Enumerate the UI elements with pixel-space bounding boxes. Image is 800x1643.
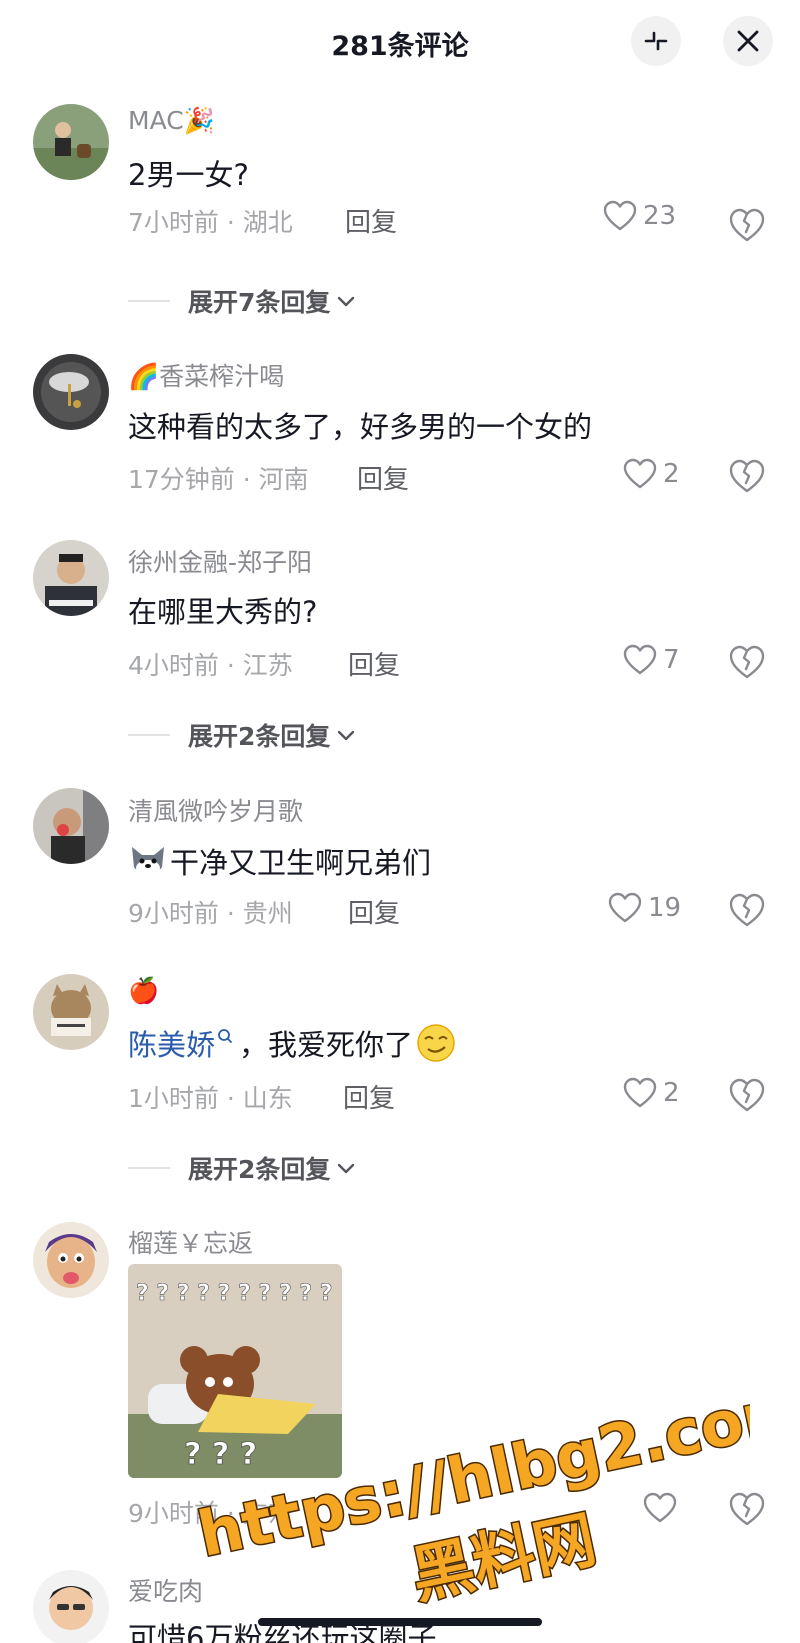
reply-button[interactable]: 回复 (357, 459, 409, 496)
comment-username: 🍎 (128, 976, 160, 1005)
comment-text-row: 干净又卫生啊兄弟们 (128, 840, 431, 882)
avatar[interactable] (33, 354, 109, 430)
reply-button[interactable]: 回复 (348, 893, 400, 930)
sticker-text-top: ? ? ? ? ? ? ? ? ? ? (136, 1281, 333, 1306)
avatar[interactable] (33, 788, 109, 864)
comment-username[interactable]: MAC🎉 (128, 106, 215, 136)
avatar[interactable] (33, 974, 109, 1050)
comment-time-location: 7小时前 · 湖北 (128, 208, 293, 237)
heart-icon (608, 892, 642, 923)
dislike-icon[interactable] (728, 206, 766, 244)
search-icon[interactable] (217, 1028, 233, 1044)
like-button[interactable]: 2 (623, 458, 680, 490)
heart-icon (623, 1077, 657, 1108)
chevron-down-icon (338, 296, 355, 307)
reply-button[interactable]: 回复 (343, 1078, 395, 1115)
comment-username[interactable]: 榴莲￥忘返 (128, 1224, 253, 1260)
comment-username[interactable]: 徐州金融-郑子阳 (128, 543, 312, 579)
expand-replies-label: 展开2条回复 (188, 1155, 331, 1184)
reply-button[interactable]: 回复 (345, 202, 397, 239)
avatar[interactable] (33, 1570, 109, 1643)
divider-line (128, 1167, 170, 1169)
expand-replies-button[interactable]: 展开7条回复 (128, 283, 358, 319)
mention-link[interactable]: 陈美娇 (128, 1022, 215, 1064)
chevron-down-icon (338, 1163, 355, 1174)
dislike-icon[interactable] (728, 643, 766, 681)
like-button[interactable]: 7 (623, 644, 680, 676)
comment-text: 在哪里大秀的? (128, 595, 318, 629)
heart-icon (623, 458, 657, 489)
like-button[interactable]: 2 (623, 1077, 680, 1109)
comments-header: 281条评论 (0, 0, 800, 84)
comment-text: 2男一女? (128, 158, 249, 192)
comment-time-location: 4小时前 · 江苏 (128, 651, 293, 680)
comment-time-location: 9小时前 · 贵州 (128, 899, 293, 928)
heart-icon (623, 644, 657, 675)
expand-replies-button[interactable]: 展开2条回复 (128, 1150, 358, 1186)
avatar[interactable] (33, 1222, 109, 1298)
reply-button[interactable]: 回复 (348, 645, 400, 682)
dog-emoji-icon (132, 847, 164, 876)
comment-time-location: 17分钟前 · 河南 (128, 465, 309, 494)
chevron-down-icon (338, 730, 355, 741)
expand-replies-label: 展开7条回复 (188, 288, 331, 317)
home-indicator[interactable] (258, 1618, 542, 1626)
comment-text: 干净又卫生啊兄弟们 (170, 846, 432, 880)
like-count: 2 (663, 459, 680, 489)
divider-line (128, 300, 170, 302)
watermark-overlay: https://hlbg2.com 黑料网 (190, 1400, 750, 1614)
comment-username[interactable]: 清風微吟岁月歌 (128, 792, 303, 828)
comment-username[interactable]: 🌈香菜榨汁喝 (128, 357, 284, 393)
comment-text: ，我爱死你了 (239, 1028, 414, 1062)
heart-icon (603, 200, 637, 231)
avatar[interactable] (33, 540, 109, 616)
like-count: 19 (648, 893, 682, 923)
dislike-icon[interactable] (728, 891, 766, 929)
dislike-icon[interactable] (728, 457, 766, 495)
close-button[interactable] (723, 16, 773, 66)
close-icon (737, 30, 759, 52)
like-count: 7 (663, 645, 680, 675)
comment-time-location: 1小时前 · 山东 (128, 1084, 293, 1113)
comment-text: 这种看的太多了，好多男的一个女的 (128, 410, 593, 444)
like-count: 2 (663, 1078, 680, 1108)
minimize-icon (644, 31, 668, 51)
smirk-emoji-icon (417, 1024, 455, 1062)
minimize-button[interactable] (631, 16, 681, 66)
dislike-icon[interactable] (728, 1076, 766, 1114)
expand-replies-button[interactable]: 展开2条回复 (128, 717, 358, 753)
like-button[interactable]: 19 (608, 892, 681, 924)
avatar[interactable] (33, 104, 109, 180)
like-count: 23 (643, 201, 677, 231)
divider-line (128, 734, 170, 736)
comment-text-row: 陈美娇 ，我爱死你了 (128, 1022, 457, 1064)
expand-replies-label: 展开2条回复 (188, 722, 331, 751)
like-button[interactable]: 23 (603, 200, 676, 232)
